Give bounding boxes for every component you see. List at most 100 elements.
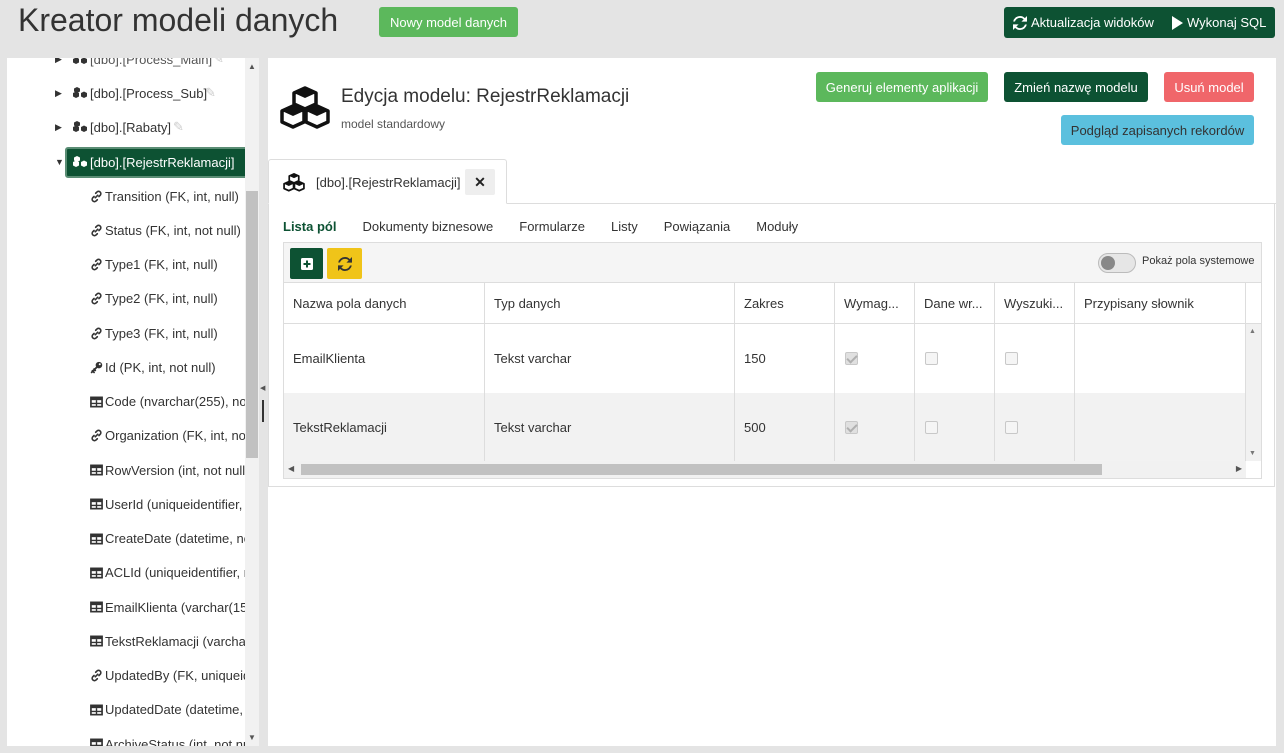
- main-panel: Edycja modelu: RejestrReklamacji model s…: [268, 58, 1276, 746]
- tree-scrollbar-thumb[interactable]: [246, 191, 258, 458]
- scroll-down-icon[interactable]: ▼: [1249, 450, 1256, 457]
- subtab-lists[interactable]: Listy: [611, 219, 638, 234]
- subtab-modules[interactable]: Moduły: [756, 219, 798, 234]
- searchable-checkbox[interactable]: [1005, 421, 1018, 434]
- subtab-forms[interactable]: Formularze: [519, 219, 585, 234]
- column-header-type[interactable]: Typ danych: [485, 283, 735, 323]
- cell-dictionary: [1075, 324, 1246, 393]
- tree-child-label: Id (PK, int, not null): [105, 359, 216, 375]
- scroll-down-icon[interactable]: ▼: [248, 733, 256, 742]
- cell-sensitive: [915, 393, 995, 462]
- page-title: Kreator modeli danych: [18, 2, 339, 38]
- column-header-dictionary[interactable]: Przypisany słownik: [1075, 283, 1246, 323]
- tree-child-label: Type1 (FK, int, null): [105, 257, 218, 272]
- grid-horizontal-scrollbar-thumb[interactable]: [301, 464, 1102, 475]
- column-icon: [89, 532, 103, 546]
- tree-child-label: UpdatedBy (FK, uniqueidentifier, null): [105, 668, 259, 683]
- run-sql-button[interactable]: Wykonaj SQL: [1165, 7, 1275, 38]
- tree-child-label: UserId (uniqueidentifier, null): [105, 496, 259, 512]
- cell-searchable: [995, 393, 1075, 462]
- collapse-left-icon[interactable]: ◀: [260, 384, 265, 392]
- cell-name: EmailKlienta: [284, 324, 485, 393]
- splitter-grip[interactable]: [262, 400, 264, 422]
- table-row[interactable]: EmailKlienta Tekst varchar 150: [284, 324, 1246, 393]
- show-system-fields-toggle[interactable]: [1098, 253, 1136, 273]
- tree-child-label: RowVersion (int, not null): [105, 462, 250, 478]
- scroll-up-icon[interactable]: ▲: [1249, 328, 1256, 335]
- grid-horizontal-scrollbar[interactable]: ◀ ▶: [284, 461, 1246, 478]
- subtab-relations[interactable]: Powiązania: [664, 219, 731, 234]
- key-icon: [89, 360, 103, 374]
- refresh-icon: [1013, 15, 1027, 30]
- model-subtitle: model standardowy: [341, 117, 446, 131]
- toolbar-button-group: Aktualizacja widoków Wykonaj SQL: [1004, 7, 1275, 38]
- cubes-icon: [73, 58, 87, 66]
- table-row[interactable]: TekstReklamacji Tekst varchar 500: [284, 393, 1246, 462]
- subtab-business-documents[interactable]: Dokumenty biznesowe: [362, 219, 493, 234]
- column-icon: [89, 600, 103, 614]
- required-checkbox[interactable]: [845, 421, 858, 434]
- column-header-range[interactable]: Zakres: [735, 283, 835, 323]
- add-field-button[interactable]: [290, 248, 323, 279]
- column-header-sensitive[interactable]: Dane wr...: [915, 283, 995, 323]
- tab-rejestr-reklamacji[interactable]: [dbo].[RejestrReklamacji] ✕: [268, 159, 507, 204]
- cubes-icon: [73, 155, 87, 169]
- sensitive-checkbox[interactable]: [925, 352, 938, 365]
- searchable-checkbox[interactable]: [1005, 352, 1018, 365]
- cell-type: Tekst varchar: [485, 393, 735, 462]
- collapse-arrow-icon[interactable]: ▼: [55, 157, 64, 167]
- link-icon: [89, 429, 103, 443]
- tree-scrollbar[interactable]: ▲ ▼: [245, 58, 259, 746]
- tree-child-label: Organization (FK, int, not null): [105, 428, 259, 444]
- sensitive-checkbox[interactable]: [925, 421, 938, 434]
- model-title: Edycja modelu: RejestrReklamacji: [341, 86, 630, 107]
- link-icon: [89, 189, 103, 203]
- tree-child-label: ACLId (uniqueidentifier, null): [105, 565, 259, 581]
- edit-icon[interactable]: ✎: [213, 58, 224, 67]
- column-header-searchable[interactable]: Wyszuki...: [995, 283, 1075, 323]
- column-header-name[interactable]: Nazwa pola danych: [284, 283, 485, 323]
- tree-child-label: Transition (FK, int, null): [105, 188, 239, 204]
- tree-child-label: UpdatedDate (datetime, null): [105, 702, 259, 718]
- cubes-icon: [73, 120, 87, 134]
- tree-child-label: TekstReklamacji (varchar(500), null): [105, 633, 259, 649]
- grid-header: Nazwa pola danych Typ danych Zakres Wyma…: [284, 283, 1261, 324]
- edit-icon[interactable]: ✎: [173, 119, 184, 135]
- tree-child-label: Type3 (FK, int, null): [105, 325, 218, 341]
- preview-records-button[interactable]: Podgląd zapisanych rekordów: [1061, 115, 1254, 145]
- scroll-left-icon[interactable]: ◀: [288, 464, 294, 473]
- tree-child-label: EmailKlienta (varchar(150), null): [105, 599, 259, 615]
- column-icon: [89, 703, 103, 717]
- tree-child-label: Code (nvarchar(255), not null): [105, 394, 259, 409]
- link-icon: [89, 292, 103, 306]
- show-system-fields-label: Pokaż pola systemowe: [1142, 255, 1255, 267]
- refresh-grid-button[interactable]: [327, 248, 362, 279]
- required-checkbox[interactable]: [845, 352, 858, 365]
- cell-range: 500: [735, 393, 835, 462]
- subtabs: Lista pól Dokumenty biznesowe Formularze…: [283, 219, 824, 234]
- tab-panel: Lista pól Dokumenty biznesowe Formularze…: [268, 204, 1275, 487]
- play-icon: [1172, 15, 1183, 30]
- panel-splitter[interactable]: ◀: [259, 58, 268, 746]
- tree-child-label: ArchiveStatus (int, not null): [105, 736, 259, 747]
- cell-searchable: [995, 324, 1075, 393]
- delete-model-button[interactable]: Usuń model: [1164, 72, 1254, 102]
- scroll-up-icon[interactable]: ▲: [248, 62, 256, 71]
- expand-arrow-icon[interactable]: ▶: [55, 88, 62, 99]
- generate-app-elements-button[interactable]: Generuj elementy aplikacji: [816, 72, 988, 102]
- column-icon: [89, 634, 103, 648]
- column-header-required[interactable]: Wymag...: [835, 283, 915, 323]
- edit-icon[interactable]: ✎: [205, 85, 216, 101]
- subtab-fields[interactable]: Lista pól: [283, 219, 336, 234]
- update-views-button[interactable]: Aktualizacja widoków: [1004, 7, 1165, 38]
- cell-name: TekstReklamacji: [284, 393, 485, 462]
- link-icon: [89, 669, 103, 683]
- expand-arrow-icon[interactable]: ▶: [55, 122, 62, 133]
- grid-vertical-scrollbar[interactable]: ▲ ▼: [1246, 324, 1261, 461]
- new-model-button[interactable]: Nowy model danych: [379, 7, 518, 37]
- link-icon: [89, 258, 103, 272]
- rename-model-button[interactable]: Zmień nazwę modelu: [1004, 72, 1148, 102]
- close-tab-icon[interactable]: ✕: [465, 169, 495, 195]
- scroll-right-icon[interactable]: ▶: [1236, 464, 1242, 473]
- expand-arrow-icon[interactable]: ▶: [55, 58, 62, 65]
